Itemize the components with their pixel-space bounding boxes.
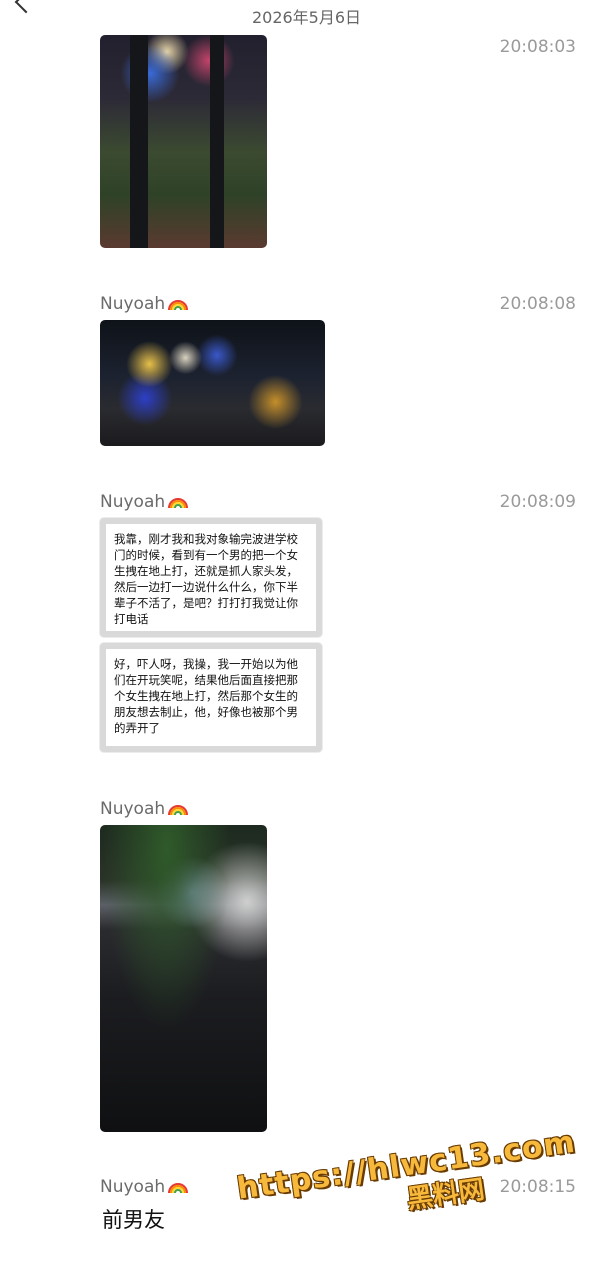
message-time: 20:08:03 [499,37,576,57]
sender-name: Nuyoah [100,799,189,819]
message-photo[interactable] [100,35,267,248]
message-time: 20:08:08 [499,294,576,314]
sender-name: Nuyoah [100,1177,189,1197]
message-photo[interactable] [100,320,325,446]
bubble-text: 好，吓人呀，我操，我一开始以为他们在开玩笑呢，结果他后面直接把那个女生拽在地上打… [114,657,298,735]
message-text[interactable]: 前男友 [102,1204,165,1234]
screenshot-text-bubble[interactable]: 我靠，刚才我和我对象输完波进学校门的时候，看到有一个男的把一个女生拽在地上打，还… [100,518,322,637]
rainbow-icon [168,300,189,310]
rainbow-icon [168,1183,189,1193]
screenshot-text-bubble[interactable]: 好，吓人呀，我操，我一开始以为他们在开玩笑呢，结果他后面直接把那个女生拽在地上打… [100,643,322,752]
message-photo[interactable] [100,825,267,1132]
watermark: https://hlwc13.com 黑料网 [235,1125,582,1240]
message-time: 20:08:09 [499,492,576,512]
rainbow-icon [168,805,189,815]
sender-name: Nuyoah [100,294,189,314]
bubble-text: 我靠，刚才我和我对象输完波进学校门的时候，看到有一个男的把一个女生拽在地上打，还… [114,532,298,626]
rainbow-icon [168,498,189,508]
date-header: 2026年5月6日 [251,8,362,27]
sender-name: Nuyoah [100,492,189,512]
